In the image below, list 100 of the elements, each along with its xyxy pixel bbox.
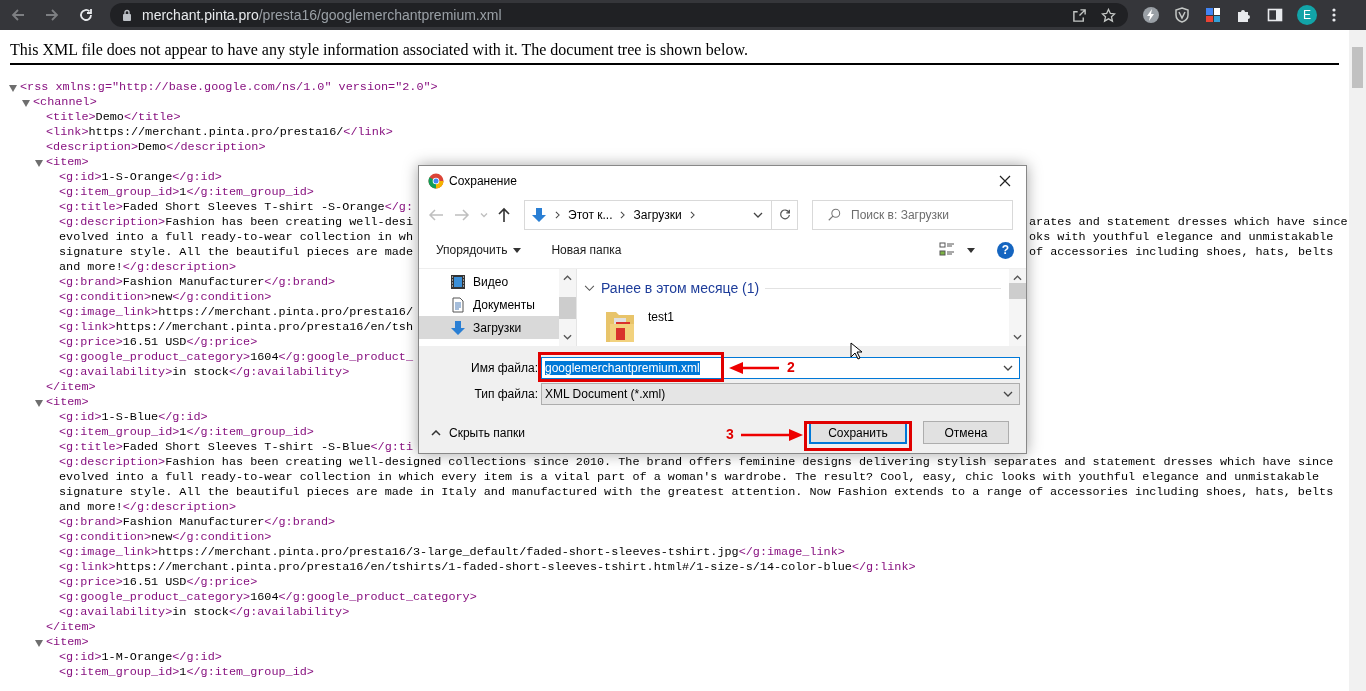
scroll-thumb[interactable] [1009,283,1026,299]
xml-tag: <g:image_link> [59,545,159,560]
xml-tag: </item> [46,380,96,395]
xml-tag: <g:price> [59,575,123,590]
refresh-button[interactable] [772,200,798,230]
folder-item[interactable]: Загрузки [419,316,559,339]
xml-text: evolved into a full ready-to-wear collection in wh [59,230,413,245]
view-icon[interactable] [939,242,955,258]
xml-tag: <g:item_group_id> [59,425,180,440]
chevron-icon[interactable] [584,284,595,292]
xml-tag: </g:id> [172,170,222,185]
help-button[interactable]: ? [997,241,1014,259]
expand-toggle[interactable] [22,98,30,107]
xml-text: in stock [172,365,229,380]
menu-icon[interactable] [1332,7,1336,23]
expand-toggle[interactable] [35,398,43,407]
scroll-up-icon[interactable] [1013,275,1022,281]
file-type-dropdown[interactable]: XML Document (*.xml) [541,383,1020,405]
xml-tag: </g:item_group_id> [186,665,314,680]
xml-tag: <g:brand> [59,515,123,530]
folder-item[interactable]: Документы [419,293,559,316]
xml-tag: <g:id> [59,650,102,665]
xml-text: and more! [59,500,123,515]
expand-toggle[interactable] [35,638,43,647]
xml-tag: </g:description> [122,500,236,515]
share-icon[interactable] [1072,7,1087,23]
cancel-button[interactable]: Отмена [923,421,1009,444]
address-bar[interactable]: merchant.pinta.pro/presta16/googlemerchantpremium.xml [110,3,1128,27]
download-icon [450,319,466,336]
close-icon[interactable] [999,174,1011,187]
xml-text: 16.51 USD [122,335,187,350]
download-icon [531,207,547,223]
xml-text: of accessories including shoes, hats, belts [1029,245,1335,260]
scrollbar[interactable] [1009,269,1026,346]
xml-text: 1604 [250,350,279,365]
film-icon [450,273,466,290]
search-field[interactable]: Поиск в: Загрузки [812,200,1013,230]
xml-tag: <link> [46,125,89,140]
step-number: 2 [787,359,795,375]
xml-tag: </g:condition> [172,290,272,305]
group-header[interactable]: Ранее в этом месяце (1) [601,280,760,296]
xml-text: https://merchant.pinta.pro/presta16/ [88,125,344,140]
step-number: 3 [726,426,734,442]
scroll-up-icon[interactable] [563,275,572,281]
chevron-down-icon[interactable] [1003,391,1013,397]
xml-tag: </g:ti [370,440,413,455]
hide-folders-button[interactable]: Скрыть папки [431,425,525,440]
squares-icon[interactable] [1205,7,1221,23]
lightning-icon[interactable] [1143,7,1159,23]
scroll-down-icon[interactable] [1013,334,1022,340]
url-text: merchant.pinta.pro/presta16/googlemerchantpremium.xml [142,7,503,23]
expand-toggle[interactable] [9,83,17,92]
caret-icon[interactable] [513,247,522,253]
organize-menu[interactable]: Упорядочить [436,243,522,257]
dialog-title: Сохранение [449,173,517,188]
up-icon[interactable] [496,207,512,223]
xml-tag: <item> [46,395,89,410]
xml-tag: </g:condition> [172,530,272,545]
puzzle-icon[interactable] [1236,7,1252,23]
xml-text: 1-M-Orange [101,650,173,665]
shield-icon[interactable] [1174,7,1190,23]
xml-tag: <g:google_product_category> [59,590,251,605]
dropdown-icon[interactable] [753,212,763,218]
xml-tag: <g:link> [59,320,116,335]
address-field[interactable]: Этот к... Загрузки [524,200,772,230]
folder-item[interactable]: Видео [419,270,559,293]
refresh-icon[interactable] [777,208,792,222]
xml-tag: <g:description> [59,455,166,470]
xml-text: https://merchant.pinta.pro/presta16/3-large_default/faded-short-sleeves-tshirt.jpg [158,545,739,560]
xml-text: oks with youthful elegance and unmistakable [1029,230,1335,245]
xml-tag: </link> [343,125,393,140]
xml-tag: <g:id> [59,410,102,425]
caret-icon[interactable] [967,247,975,253]
xml-text: Faded Short Sleeves T-shirt -S-Blue [122,440,371,455]
star-icon[interactable] [1101,7,1116,23]
expand-toggle[interactable] [35,158,43,167]
breadcrumb-item[interactable]: Загрузки [633,208,682,222]
chevron-icon [620,211,626,219]
xml-tag: <item> [46,155,89,170]
new-folder-button[interactable]: Новая папка [551,243,622,257]
chevron-down-icon[interactable] [1003,365,1013,371]
xml-tag: </item> [46,620,96,635]
xml-text: new [151,290,173,305]
xml-text: 1-S-Orange [101,170,173,185]
reload-icon[interactable] [78,7,94,23]
file-name[interactable]: test1 [648,310,674,324]
xml-text: https://merchant.pinta.pro/presta16/en/tsh [115,320,413,335]
scroll-down-icon[interactable] [563,334,572,340]
sidebar-icon[interactable] [1267,7,1283,23]
chevron-up-icon [431,429,441,436]
lock-icon[interactable] [122,9,132,21]
scrollbar[interactable] [1349,30,1366,691]
breadcrumb-item[interactable]: Этот к... [568,208,613,222]
xml-tag: </g:id> [172,650,222,665]
xml-tag: <g:description> [59,215,166,230]
xml-text: Fashion has been creating well-designed collections since 2010. The brand offers feminine designs delivering stylish separates and statement dresses which have since [165,455,1334,470]
scroll-thumb[interactable] [559,297,576,319]
xml-tag: <rss xmlns:g="http://base.google.com/ns/1.0" version="2.0"> [20,80,438,95]
scrollbar[interactable] [559,269,576,346]
xml-text: Demo [95,110,124,125]
